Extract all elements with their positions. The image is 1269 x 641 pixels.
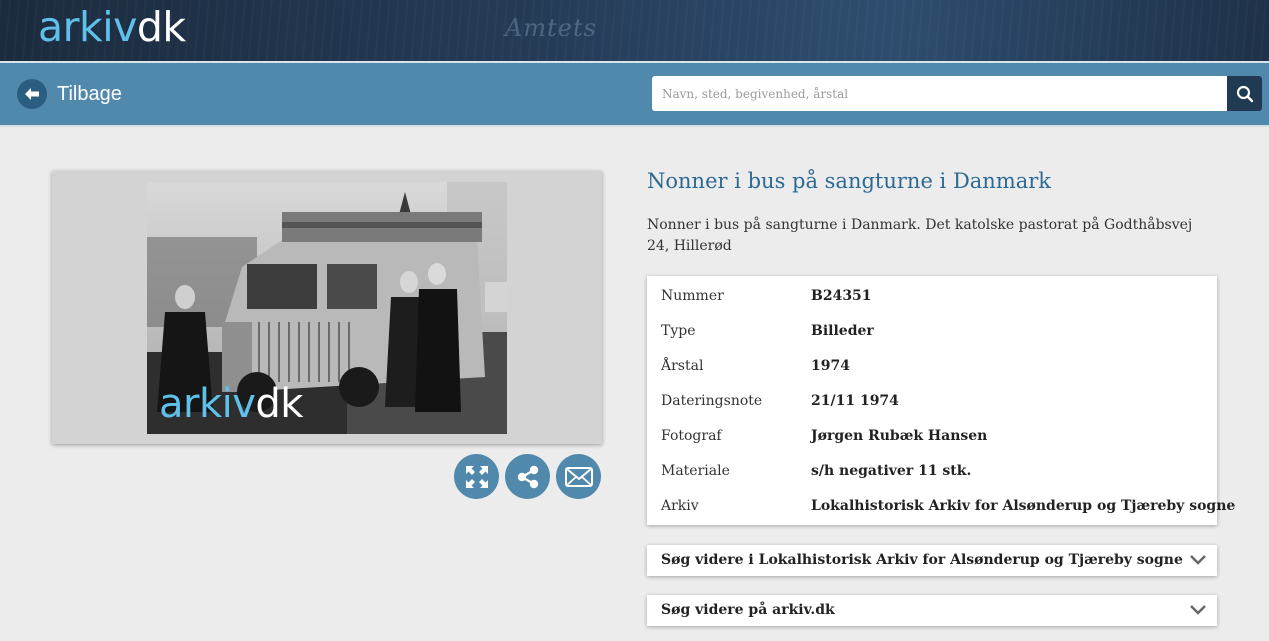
chevron-down-icon: [1190, 605, 1206, 615]
metadata-value: 21/11 1974: [811, 392, 899, 409]
photo-watermark: arkivdk: [159, 381, 303, 427]
logo-text-arkiv: arkiv: [38, 3, 137, 51]
share-icon: [517, 465, 538, 488]
metadata-value: Billeder: [811, 322, 874, 339]
metadata-label: Årstal: [661, 357, 704, 374]
record-description: Nonner i bus på sangturne i Danmark. Det…: [647, 217, 1193, 254]
search-button[interactable]: [1227, 76, 1262, 111]
metadata-label: Fotograf: [661, 427, 722, 444]
nav-bar: Tilbage: [0, 63, 1269, 125]
metadata-value: B24351: [811, 287, 872, 304]
metadata-card: Nummer B24351 Type Billeder Årstal 1974 …: [647, 276, 1235, 525]
share-button[interactable]: [505, 454, 550, 499]
metadata-value[interactable]: Jørgen Rubæk Hansen: [811, 428, 987, 444]
search-icon: [1236, 85, 1253, 102]
metadata-label: Nummer: [661, 287, 724, 304]
nav-divider: [0, 125, 1269, 127]
record-title: Nonner i bus på sangturne i Danmark: [647, 169, 1052, 193]
metadata-label: Materiale: [661, 462, 730, 479]
accordion-label: Søg videre på arkiv.dk: [661, 602, 835, 618]
expand-icon: [465, 465, 488, 488]
back-button[interactable]: Tilbage: [17, 79, 122, 109]
metadata-row: Årstal 1974: [647, 348, 1217, 383]
watermark-text-arkiv: arkiv: [159, 381, 256, 427]
search-archive-accordion[interactable]: Søg videre i Lokalhistorisk Arkiv for Al…: [647, 545, 1217, 576]
metadata-row: Nummer B24351: [647, 278, 1217, 313]
email-button[interactable]: [556, 454, 601, 499]
metadata-label: Arkiv: [661, 497, 699, 514]
watermark-text-dk: dk: [255, 381, 303, 427]
search-arkivdk-accordion[interactable]: Søg videre på arkiv.dk: [647, 595, 1217, 626]
metadata-row: Materiale s/h negativer 11 stk.: [647, 453, 1217, 488]
envelope-icon: [564, 466, 593, 487]
logo-text-dk: dk: [136, 3, 186, 51]
site-header: Amtets arkivdk: [0, 0, 1269, 61]
metadata-label: Dateringsnote: [661, 392, 763, 409]
search-input[interactable]: [652, 76, 1228, 111]
image-viewer: arkivdk: [52, 171, 602, 444]
arrow-left-icon: [17, 79, 47, 109]
metadata-value: s/h negativer 11 stk.: [811, 462, 972, 479]
metadata-label: Type: [661, 322, 696, 339]
accordion-label: Søg videre i Lokalhistorisk Arkiv for Al…: [661, 552, 1183, 568]
metadata-value[interactable]: Lokalhistorisk Arkiv for Alsønderup og T…: [811, 498, 1235, 514]
image-actions: [454, 454, 601, 499]
metadata-row: Dateringsnote 21/11 1974: [647, 383, 1217, 418]
back-label: Tilbage: [57, 82, 122, 105]
header-background-script: Amtets: [505, 14, 597, 42]
metadata-row: Arkiv Lokalhistorisk Arkiv for Alsønderu…: [647, 488, 1235, 523]
fullscreen-button[interactable]: [454, 454, 499, 499]
arkivdk-logo[interactable]: arkivdk: [38, 2, 186, 52]
metadata-value: 1974: [811, 357, 850, 374]
metadata-row: Type Billeder: [647, 313, 1217, 348]
chevron-down-icon: [1190, 555, 1206, 565]
metadata-row: Fotograf Jørgen Rubæk Hansen: [647, 418, 1217, 453]
record-photo[interactable]: arkivdk: [147, 182, 507, 434]
